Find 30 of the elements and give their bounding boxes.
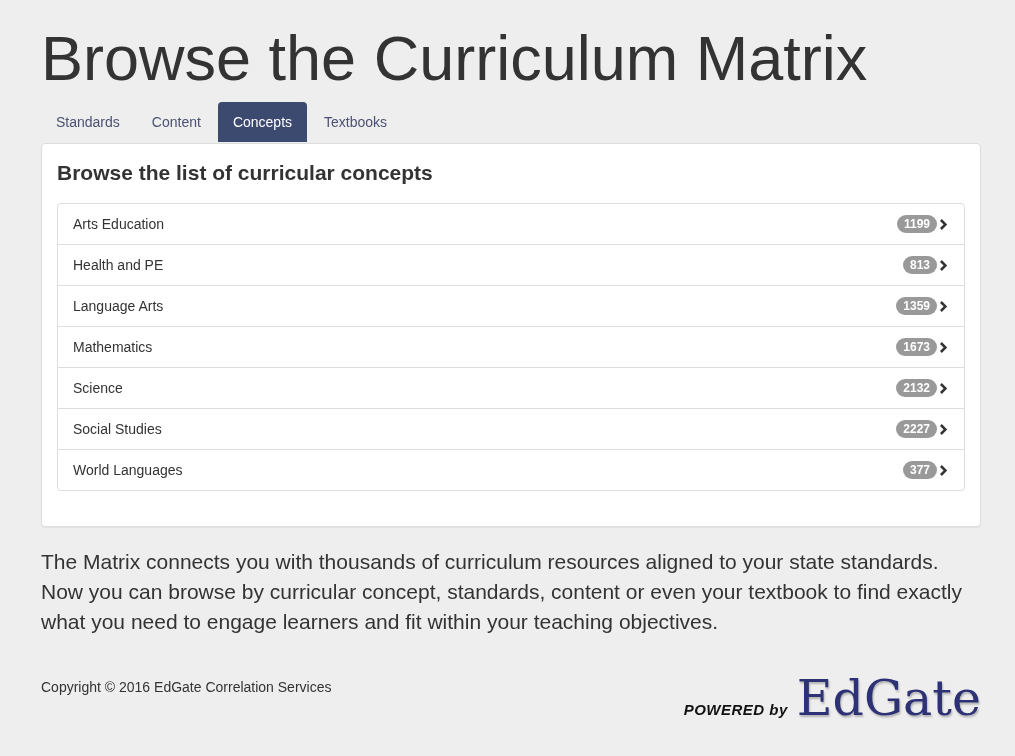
count-badge: 813 — [902, 256, 937, 274]
concept-link[interactable]: Science 2132 — [57, 367, 965, 409]
concept-link[interactable]: Arts Education 1199 — [57, 203, 965, 245]
chevron-right-icon — [940, 300, 949, 312]
chevron-right-icon — [940, 423, 949, 435]
powered-by-logo: POWERED by EdGate — [683, 671, 981, 727]
nav-tab[interactable]: Content — [136, 102, 216, 142]
nav-tab[interactable]: Textbooks — [309, 102, 403, 142]
chevron-right-icon — [940, 464, 949, 476]
concept-link[interactable]: Health and PE 813 — [57, 244, 965, 286]
concept-link[interactable]: Language Arts 1359 — [57, 285, 965, 327]
count-badge: 377 — [902, 461, 937, 479]
concept-link[interactable]: Mathematics 1673 — [57, 326, 965, 368]
panel-heading: Browse the list of curricular concepts — [57, 160, 434, 186]
page-title: Browse the Curriculum Matrix — [41, 24, 869, 92]
concept-link[interactable]: World Languages 377 — [57, 449, 965, 491]
chevron-right-icon — [940, 382, 949, 394]
count-badge: 2132 — [896, 379, 937, 397]
chevron-right-icon — [940, 341, 949, 353]
chevron-right-icon — [940, 259, 949, 271]
nav-tab[interactable]: Standards — [41, 102, 135, 142]
count-badge: 1359 — [896, 297, 937, 315]
count-badge: 1199 — [896, 215, 937, 233]
nav-tab[interactable]: Concepts — [217, 102, 308, 142]
count-badge: 2227 — [896, 420, 937, 438]
chevron-right-icon — [940, 218, 949, 230]
description-text: The Matrix connects you with thousands of curriculum resources aligned to your state standards. Now you can browse by curricular concept, standards, content or even your textbook to find exactly what you need to engage learners and fit within your teaching objectives. — [41, 549, 963, 635]
count-badge: 1673 — [896, 338, 937, 356]
concept-link[interactable]: Social Studies 2227 — [57, 408, 965, 450]
copyright-text: Copyright © 2016 EdGate Correlation Services — [41, 678, 332, 697]
